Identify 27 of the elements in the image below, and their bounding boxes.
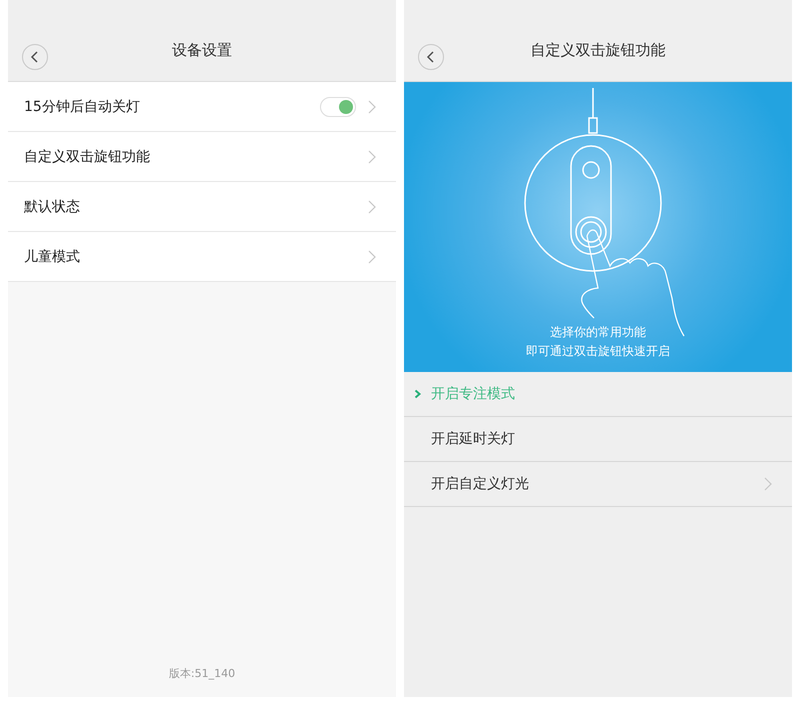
back-button[interactable] <box>22 44 48 70</box>
setting-label: 15分钟后自动关灯 <box>24 98 141 116</box>
setting-label: 儿童模式 <box>24 248 81 266</box>
screen-title: 设备设置 <box>172 40 232 60</box>
chevron-icon <box>368 150 376 164</box>
option-label: 开启延时关灯 <box>431 430 516 448</box>
chevron-icon <box>368 100 376 114</box>
toggle-switch[interactable] <box>320 96 356 116</box>
chevron-icon <box>764 477 772 491</box>
chevron-icon <box>414 389 422 399</box>
settings-row[interactable]: 15分钟后自动关灯 <box>8 82 396 132</box>
version-text: 版本:51_140 <box>168 666 236 681</box>
setting-label: 自定义双击旋钮功能 <box>24 148 151 166</box>
setting-label: 默认状态 <box>24 198 81 216</box>
chevron-icon <box>368 250 376 264</box>
screen-title: 自定义双击旋钮功能 <box>530 40 666 60</box>
settings-row[interactable]: 默认状态 <box>8 182 396 232</box>
option-label: 开启专注模式 <box>431 385 516 403</box>
back-button[interactable] <box>418 44 444 70</box>
banner-caption: 选择你的常用功能 <box>550 324 646 341</box>
settings-row[interactable]: 自定义双击旋钮功能 <box>8 132 396 182</box>
option-label: 开启自定义灯光 <box>431 475 530 493</box>
banner-caption: 即可通过双击旋钮快速开启 <box>526 343 670 360</box>
back-icon <box>30 51 40 63</box>
back-icon <box>426 51 436 63</box>
option-row[interactable]: 开启延时关灯 <box>404 417 792 462</box>
chevron-icon <box>368 200 376 214</box>
